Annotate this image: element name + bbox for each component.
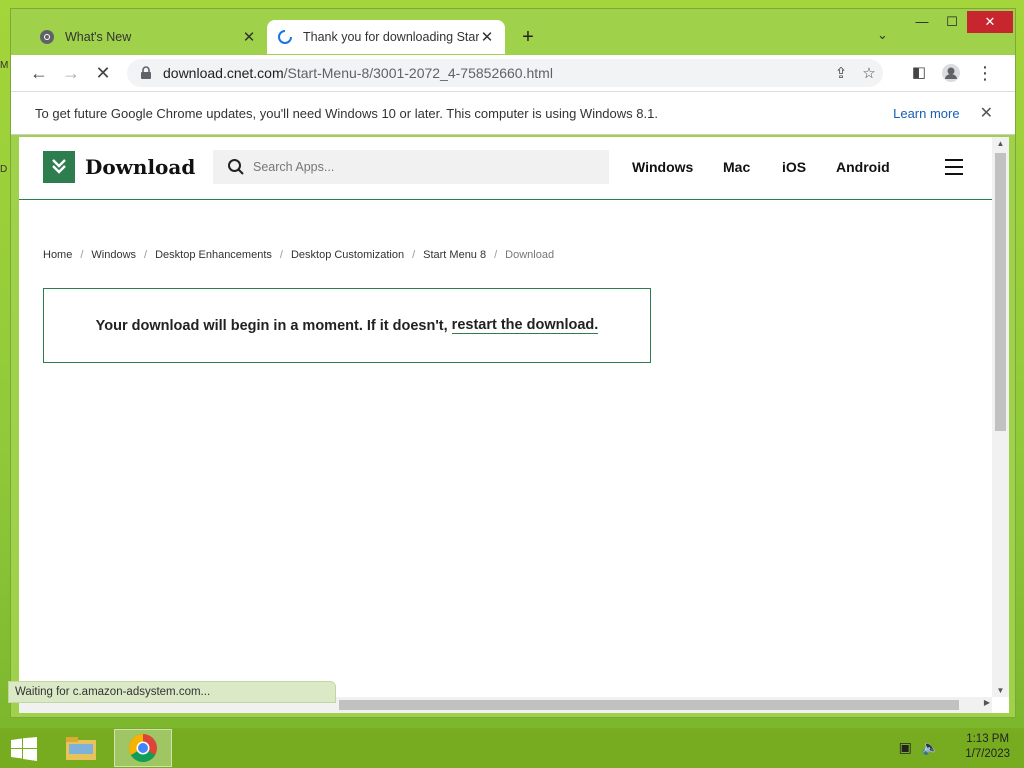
download-logo-icon [43,151,75,183]
breadcrumb-windows[interactable]: Windows [91,249,136,261]
clock-time: 1:13 PM [966,733,1010,745]
desktop-edge-label: M [0,60,9,71]
site-header: Download Windows Mac iOS Android [19,137,992,200]
chrome-icon [40,30,54,44]
vertical-scrollbar[interactable]: ▲ ▼ [992,137,1009,697]
url-path: /Start-Menu-8/3001-2072_4-75852660.html [283,65,553,81]
address-bar[interactable]: download.cnet.com/Start-Menu-8/3001-2072… [127,59,883,87]
tab-close-icon[interactable]: ✕ [241,28,257,46]
tab-label: Thank you for downloading Start Menu 8 [303,30,479,44]
maximize-button[interactable]: ☐ [937,11,967,33]
clock-date: 1/7/2023 [965,748,1010,760]
notice-text: Your download will begin in a moment. If… [95,317,448,334]
minimize-button[interactable]: — [907,11,937,33]
system-tray: ▣ 🔈 1:13 PM 1/7/2023 [899,732,1010,762]
clock[interactable]: 1:13 PM 1/7/2023 [965,732,1010,762]
scroll-right-arrow-icon[interactable]: ▶ [984,698,990,707]
update-infobar: To get future Google Chrome updates, you… [11,91,1015,135]
loading-spinner-icon [278,30,292,44]
tab-whats-new[interactable]: What's New ✕ [29,20,267,54]
tab-close-icon[interactable]: ✕ [479,28,495,46]
breadcrumb-desktop-customization[interactable]: Desktop Customization [291,249,404,261]
status-bubble: Waiting for c.amazon-adsystem.com... [8,681,336,703]
scroll-up-arrow-icon[interactable]: ▲ [992,139,1009,148]
breadcrumb-download: Download [505,249,555,261]
site-search-box[interactable] [213,150,609,184]
taskbar: ▣ 🔈 1:13 PM 1/7/2023 [0,728,1024,768]
scroll-down-arrow-icon[interactable]: ▼ [992,686,1009,695]
site-logo[interactable]: Download [43,151,195,183]
back-icon[interactable]: ← [27,61,51,85]
url-host: download.cnet.com [163,65,284,81]
tab-thank-you[interactable]: Thank you for downloading Start Menu 8 ✕ [267,20,505,54]
share-icon[interactable]: ⇪ [827,64,855,82]
desktop-edge-label: D [0,164,8,175]
new-tab-button[interactable]: + [516,26,540,49]
page-viewport: Download Windows Mac iOS Android Home/ W… [19,137,1009,713]
search-icon [228,159,244,175]
nav-android[interactable]: Android [836,159,890,175]
close-window-button[interactable]: ✕ [967,11,1013,33]
nav-ios[interactable]: iOS [782,159,806,175]
logo-text: Download [85,155,196,179]
chrome-window: What's New ✕ Thank you for downloading S… [10,8,1016,718]
breadcrumb-home[interactable]: Home [43,249,72,261]
breadcrumb: Home / Windows / Desktop Enhancements / Des… [43,249,555,261]
profile-avatar-icon[interactable] [939,61,963,85]
tab-search-icon[interactable]: ⌄ [877,27,888,43]
file-explorer-icon[interactable] [52,729,110,767]
windows-start-icon[interactable] [10,737,38,761]
chrome-taskbar-icon[interactable] [114,729,172,767]
volume-icon[interactable]: 🔈 [922,739,939,756]
forward-icon[interactable]: → [59,61,83,85]
tab-label: What's New [65,30,132,44]
breadcrumb-desktop-enhancements[interactable]: Desktop Enhancements [155,249,272,261]
bookmark-star-icon[interactable]: ☆ [855,64,883,82]
side-panel-icon[interactable]: ◧ [907,61,931,85]
learn-more-link[interactable]: Learn more [893,106,959,121]
lock-icon [141,66,151,79]
nav-mac[interactable]: Mac [723,159,750,175]
url-text[interactable]: download.cnet.com/Start-Menu-8/3001-2072… [163,65,827,81]
breadcrumb-start-menu-8[interactable]: Start Menu 8 [423,249,486,261]
search-input[interactable] [253,160,583,174]
restart-download-link[interactable]: restart the download. [451,317,599,334]
browser-toolbar: ← → ✕ download.cnet.com/Start-Menu-8/300… [11,55,1015,91]
tab-strip: What's New ✕ Thank you for downloading S… [11,9,1015,55]
nav-windows[interactable]: Windows [632,159,693,175]
infobar-close-icon[interactable]: ✕ [980,103,993,123]
scrollbar-thumb[interactable] [995,153,1006,431]
download-notice: Your download will begin in a moment. If… [43,288,651,363]
hamburger-menu-icon[interactable] [945,159,963,180]
scrollbar-thumb[interactable] [339,700,959,710]
infobar-message: To get future Google Chrome updates, you… [35,105,658,121]
menu-kebab-icon[interactable]: ⋮ [973,61,997,85]
network-icon[interactable]: ▣ [899,739,912,756]
stop-loading-icon[interactable]: ✕ [91,61,115,85]
